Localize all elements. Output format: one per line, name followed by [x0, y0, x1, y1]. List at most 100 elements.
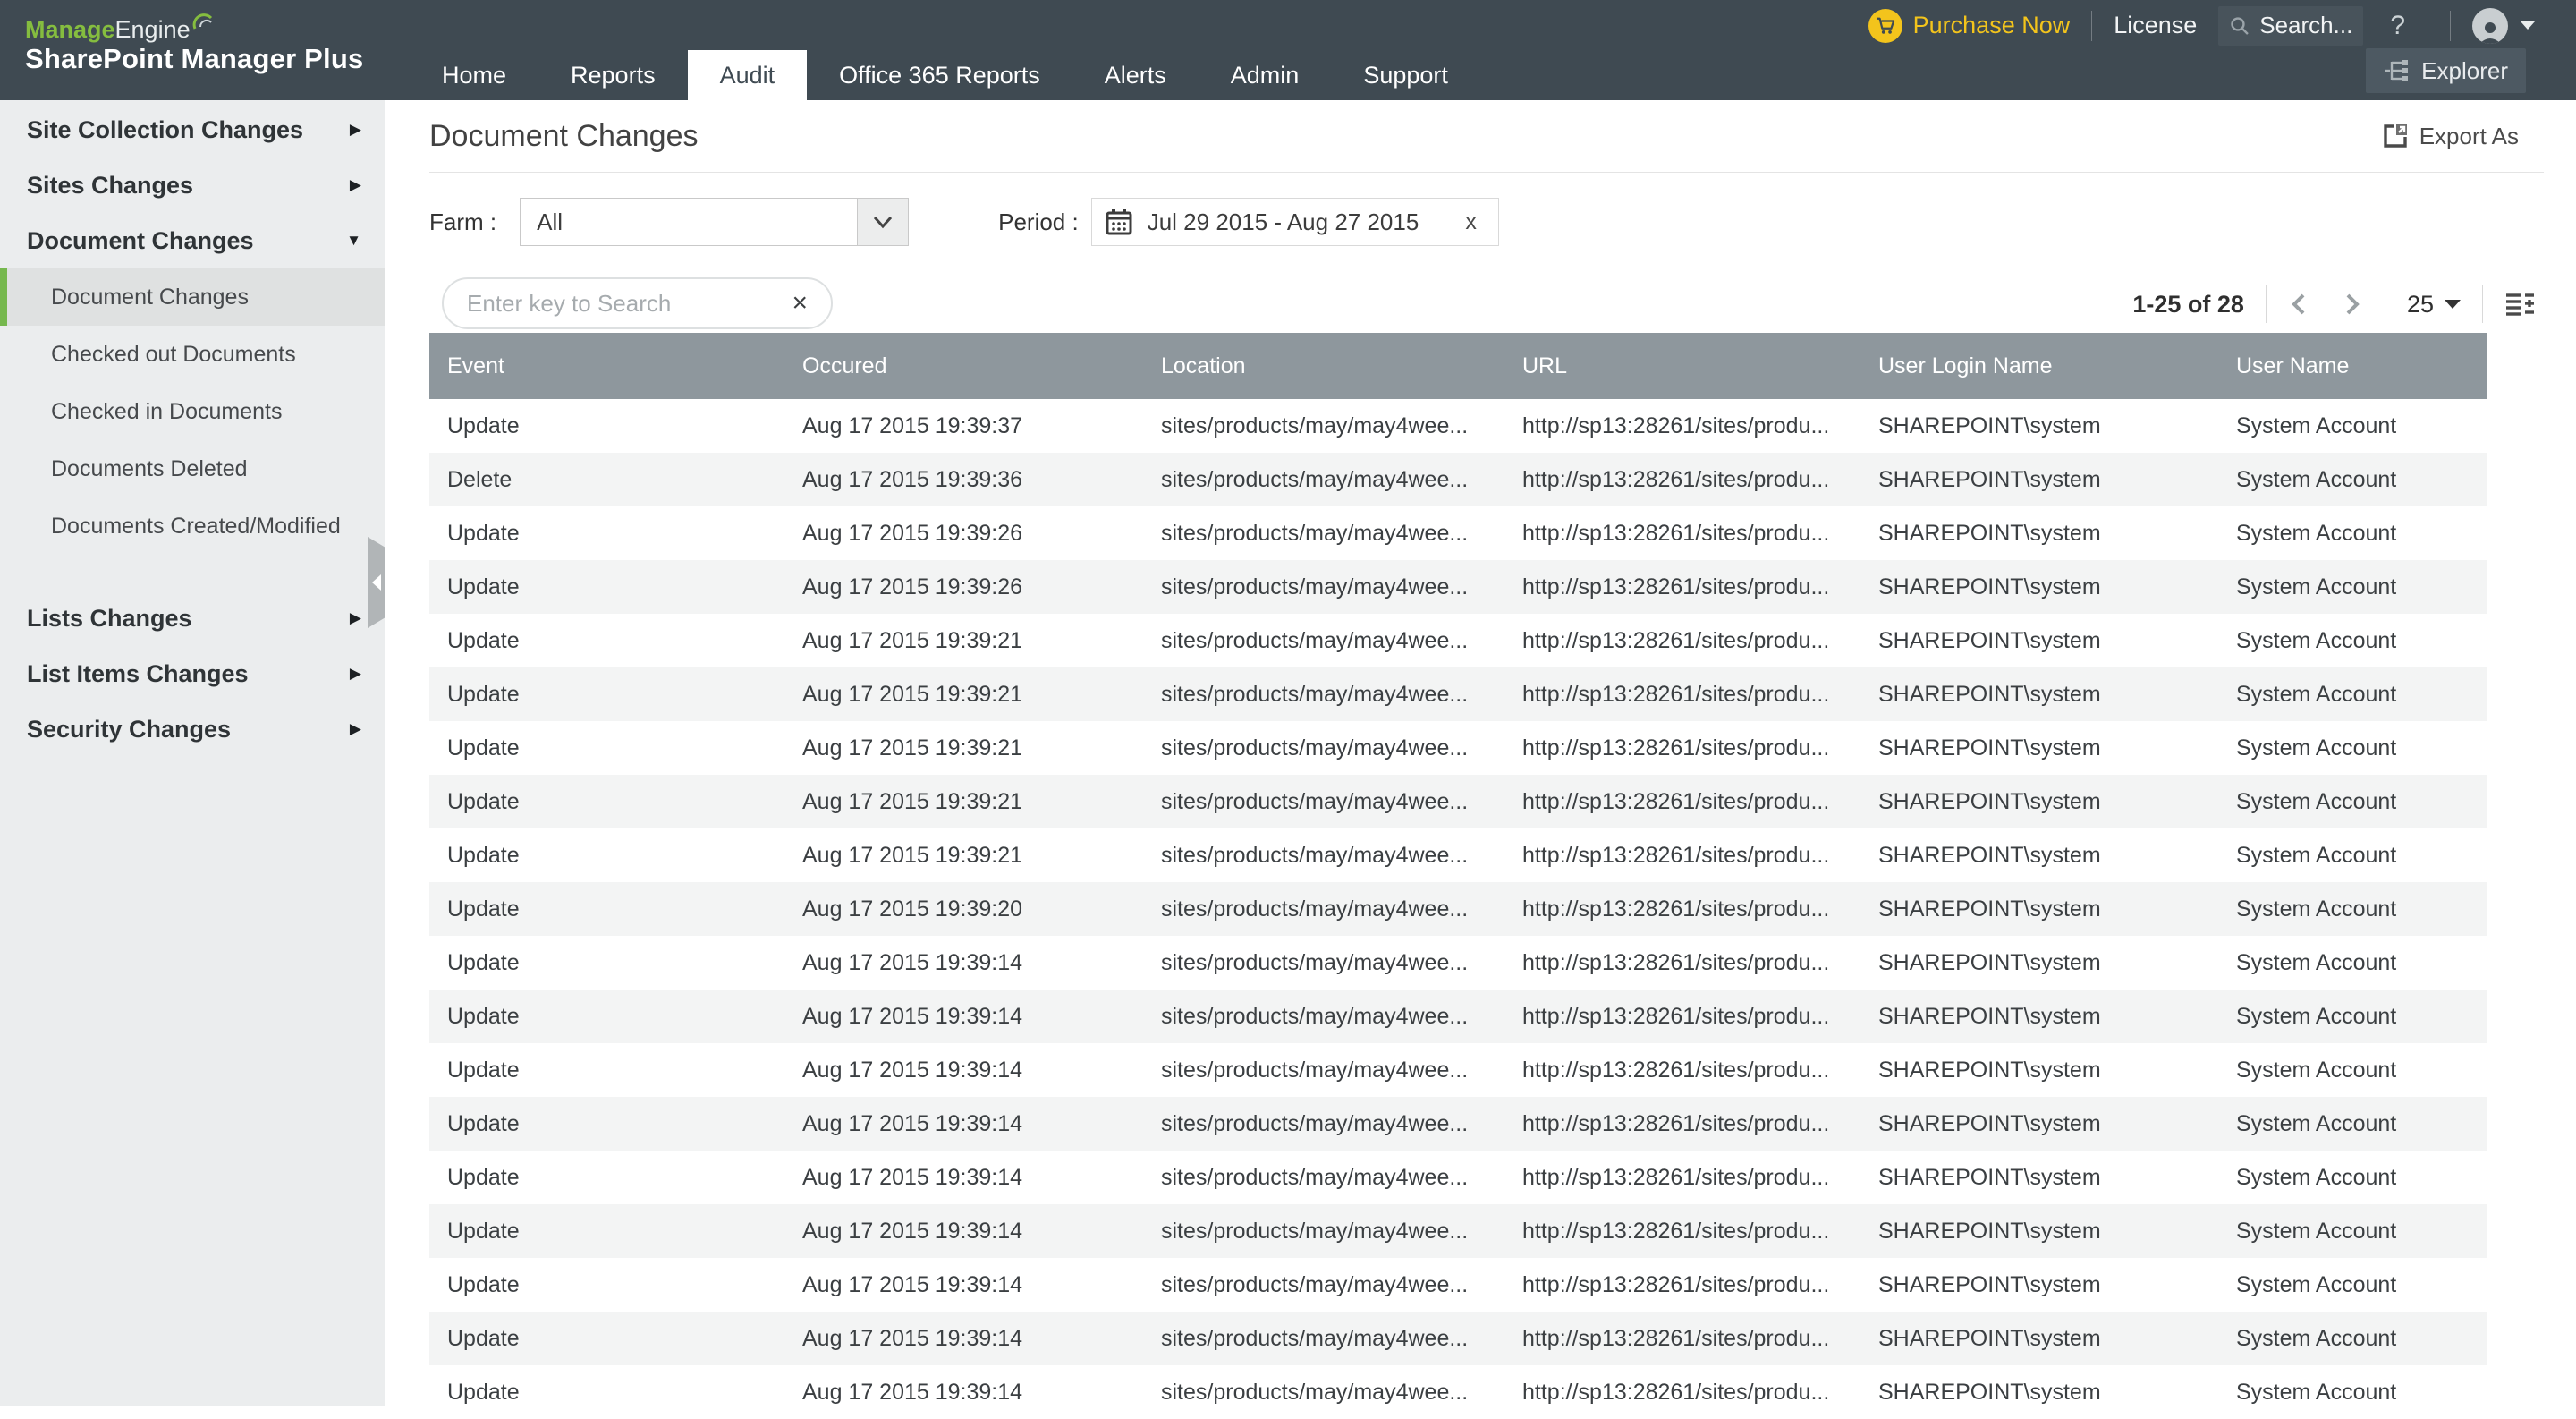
table-row[interactable]: UpdateAug 17 2015 19:39:21sites/products…	[429, 721, 2487, 775]
sidebar-item-documents-deleted[interactable]: Documents Deleted	[0, 440, 385, 497]
table-row[interactable]: UpdateAug 17 2015 19:39:21sites/products…	[429, 828, 2487, 882]
table-row[interactable]: UpdateAug 17 2015 19:39:21sites/products…	[429, 614, 2487, 667]
table-cell-user-login-name: SHAREPOINT\system	[1860, 789, 2218, 815]
table-cell-user-login-name: SHAREPOINT\system	[1860, 628, 2218, 654]
table-cell-occured: Aug 17 2015 19:39:14	[784, 1165, 1143, 1191]
chevron-down-icon[interactable]	[857, 199, 908, 245]
table-row[interactable]: UpdateAug 17 2015 19:39:26sites/products…	[429, 560, 2487, 614]
nav-tab-reports[interactable]: Reports	[538, 50, 688, 100]
sidebar-group-lists-changes[interactable]: Lists Changes▶	[0, 591, 385, 646]
sidebar-group-site-collection-changes[interactable]: Site Collection Changes▶	[0, 102, 385, 157]
nav-tab-admin[interactable]: Admin	[1199, 50, 1332, 100]
purchase-now-button[interactable]: Purchase Now	[1868, 9, 2071, 43]
table-cell-location: sites/products/may/may4wee...	[1143, 521, 1504, 547]
column-header-user-login-name[interactable]: User Login Name	[1860, 353, 2218, 379]
column-header-location[interactable]: Location	[1143, 353, 1504, 379]
page-size-select[interactable]: 25	[2407, 291, 2461, 319]
table-cell-url: http://sp13:28261/sites/produ...	[1504, 1058, 1860, 1083]
table-row[interactable]: UpdateAug 17 2015 19:39:20sites/products…	[429, 882, 2487, 936]
table-row[interactable]: UpdateAug 17 2015 19:39:14sites/products…	[429, 1097, 2487, 1151]
period-picker[interactable]: Jul 29 2015 - Aug 27 2015 x	[1091, 198, 1499, 246]
help-button[interactable]: ?	[2390, 11, 2405, 41]
sidebar-group-sites-changes[interactable]: Sites Changes▶	[0, 157, 385, 213]
sidebar-item-checked-out-documents[interactable]: Checked out Documents	[0, 326, 385, 383]
table-row[interactable]: UpdateAug 17 2015 19:39:37sites/products…	[429, 399, 2487, 453]
period-label: Period :	[998, 208, 1079, 236]
table-cell-url: http://sp13:28261/sites/produ...	[1504, 1326, 1860, 1352]
column-header-url[interactable]: URL	[1504, 353, 1860, 379]
table-cell-url: http://sp13:28261/sites/produ...	[1504, 1272, 1860, 1298]
table-row[interactable]: UpdateAug 17 2015 19:39:14sites/products…	[429, 1151, 2487, 1204]
table-row[interactable]: UpdateAug 17 2015 19:39:14sites/products…	[429, 990, 2487, 1043]
sidebar-item-document-changes[interactable]: Document Changes	[0, 268, 385, 326]
table-cell-occured: Aug 17 2015 19:39:26	[784, 521, 1143, 547]
topbar-utilities: Purchase Now License Search... ?	[1868, 0, 2535, 51]
column-header-user-name[interactable]: User Name	[2218, 353, 2487, 379]
table-row[interactable]: UpdateAug 17 2015 19:39:21sites/products…	[429, 775, 2487, 828]
topbar-divider	[2091, 11, 2092, 41]
sidebar-collapse-handle[interactable]	[368, 537, 386, 628]
farm-select-value: All	[537, 208, 857, 236]
nav-tab-audit[interactable]: Audit	[688, 50, 808, 100]
table-cell-user-name: System Account	[2218, 467, 2487, 493]
title-divider	[429, 172, 2544, 173]
nav-tab-office-365-reports[interactable]: Office 365 Reports	[807, 50, 1072, 100]
table-cell-occured: Aug 17 2015 19:39:21	[784, 843, 1143, 869]
clear-search-icon[interactable]: ×	[792, 290, 808, 317]
sidebar-group-document-changes[interactable]: Document Changes▼	[0, 213, 385, 268]
sidebar-group-security-changes[interactable]: Security Changes▶	[0, 701, 385, 757]
table-row[interactable]: UpdateAug 17 2015 19:39:14sites/products…	[429, 1258, 2487, 1312]
table-cell-user-login-name: SHAREPOINT\system	[1860, 1326, 2218, 1352]
table-row[interactable]: UpdateAug 17 2015 19:39:14sites/products…	[429, 936, 2487, 990]
table-cell-event: Update	[429, 735, 784, 761]
global-search-box[interactable]: Search...	[2218, 6, 2363, 46]
table-cell-user-name: System Account	[2218, 896, 2487, 922]
table-row[interactable]: UpdateAug 17 2015 19:39:14sites/products…	[429, 1365, 2487, 1419]
explorer-icon	[2384, 58, 2411, 83]
table-cell-event: Update	[429, 682, 784, 708]
table-search-input[interactable]	[444, 290, 792, 318]
sidebar-item-documents-created-modified[interactable]: Documents Created/Modified	[0, 497, 385, 555]
explorer-button[interactable]: Explorer	[2366, 48, 2526, 93]
table-row[interactable]: UpdateAug 17 2015 19:39:14sites/products…	[429, 1312, 2487, 1365]
table-row[interactable]: UpdateAug 17 2015 19:39:14sites/products…	[429, 1043, 2487, 1097]
sidebar-item-checked-in-documents[interactable]: Checked in Documents	[0, 383, 385, 440]
brand-name: ManageEngine	[25, 11, 363, 43]
user-menu[interactable]	[2472, 8, 2535, 44]
table-cell-user-login-name: SHAREPOINT\system	[1860, 1219, 2218, 1245]
brand-engine: Engine	[115, 16, 191, 43]
table-row[interactable]: UpdateAug 17 2015 19:39:26sites/products…	[429, 506, 2487, 560]
table-cell-occured: Aug 17 2015 19:39:14	[784, 1004, 1143, 1030]
table-cell-occured: Aug 17 2015 19:39:14	[784, 1326, 1143, 1352]
column-header-event[interactable]: Event	[429, 353, 784, 379]
nav-tab-home[interactable]: Home	[410, 50, 538, 100]
table-row[interactable]: UpdateAug 17 2015 19:39:21sites/products…	[429, 667, 2487, 721]
table-row[interactable]: DeleteAug 17 2015 19:39:36sites/products…	[429, 453, 2487, 506]
farm-select[interactable]: All	[520, 198, 909, 246]
export-as-label: Export As	[2419, 123, 2519, 150]
calendar-icon	[1105, 208, 1133, 236]
chevron-right-icon: ▶	[350, 665, 361, 683]
clear-period-button[interactable]: x	[1465, 209, 1477, 235]
license-button[interactable]: License	[2114, 12, 2197, 39]
next-page-button[interactable]	[2342, 292, 2363, 317]
table-cell-event: Update	[429, 950, 784, 976]
table-cell-user-name: System Account	[2218, 1058, 2487, 1083]
table-cell-occured: Aug 17 2015 19:39:21	[784, 628, 1143, 654]
table-cell-user-login-name: SHAREPOINT\system	[1860, 843, 2218, 869]
brand-logo[interactable]: ManageEngine SharePoint Manager Plus	[25, 11, 363, 75]
table-cell-user-name: System Account	[2218, 950, 2487, 976]
table-row[interactable]: UpdateAug 17 2015 19:39:14sites/products…	[429, 1204, 2487, 1258]
export-as-button[interactable]: Export As	[2382, 100, 2519, 172]
nav-tab-support[interactable]: Support	[1331, 50, 1480, 100]
table-cell-occured: Aug 17 2015 19:39:14	[784, 1058, 1143, 1083]
column-chooser-button[interactable]	[2504, 291, 2535, 318]
column-header-occured[interactable]: Occured	[784, 353, 1143, 379]
table-cell-user-login-name: SHAREPOINT\system	[1860, 574, 2218, 600]
nav-tab-alerts[interactable]: Alerts	[1072, 50, 1199, 100]
table-cell-occured: Aug 17 2015 19:39:36	[784, 467, 1143, 493]
sidebar-group-list-items-changes[interactable]: List Items Changes▶	[0, 646, 385, 701]
table-cell-user-login-name: SHAREPOINT\system	[1860, 1272, 2218, 1298]
prev-page-button[interactable]	[2288, 292, 2309, 317]
table-cell-location: sites/products/may/may4wee...	[1143, 735, 1504, 761]
